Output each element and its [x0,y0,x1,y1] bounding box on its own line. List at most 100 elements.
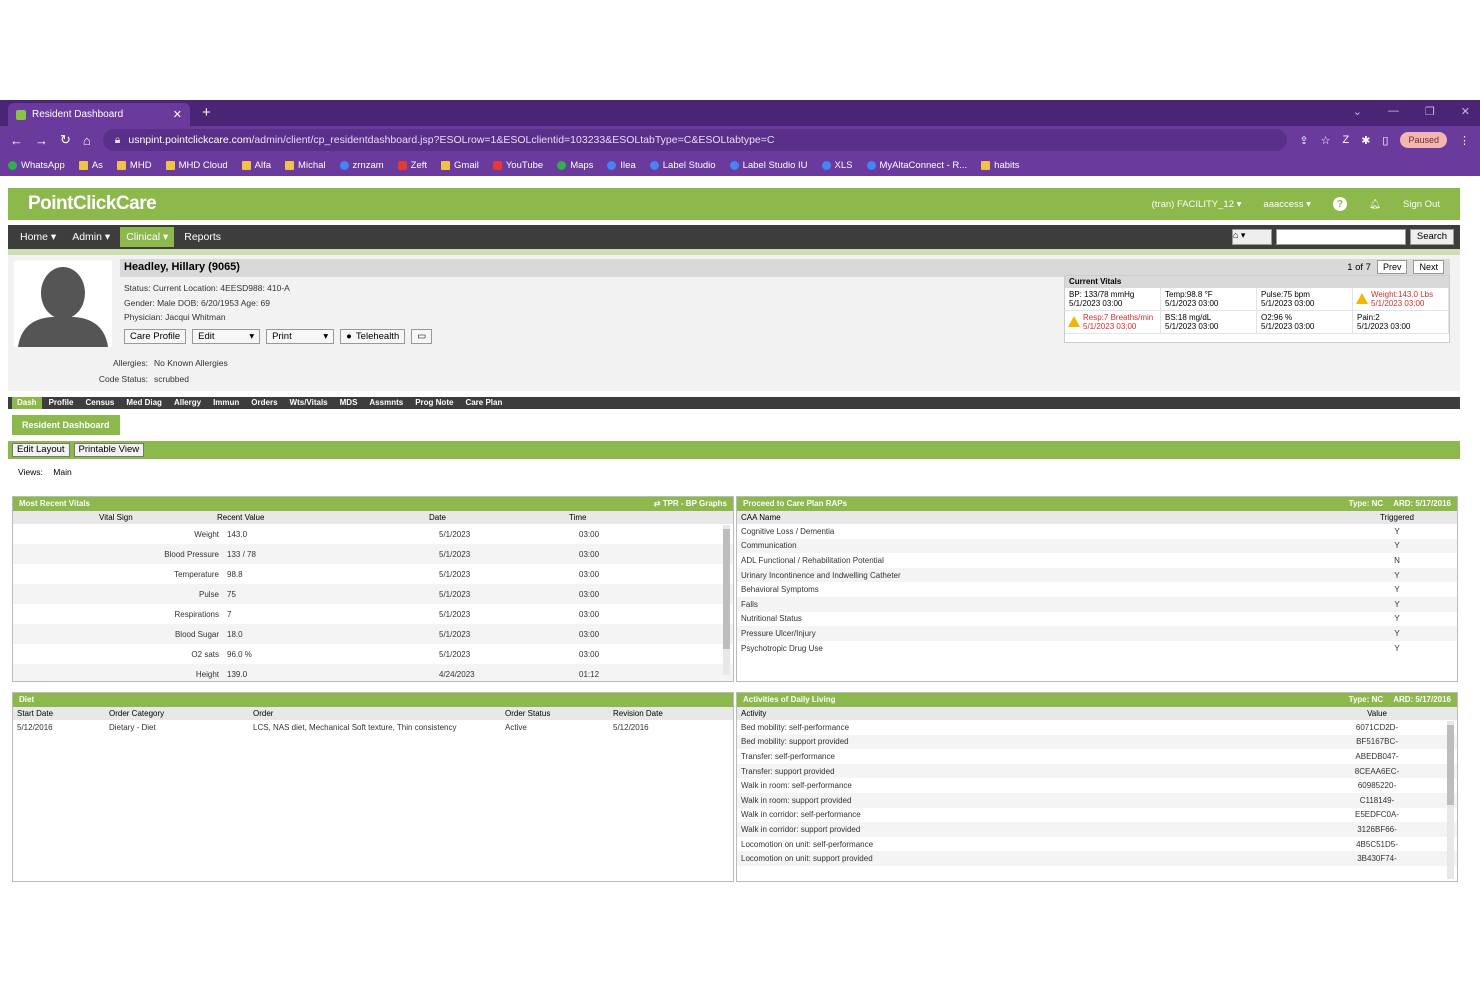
bookmark-item[interactable]: Zeft [397,160,427,171]
bookmark-item[interactable]: Label Studio IU [729,160,808,171]
caa-name[interactable]: Communication [737,541,1357,550]
tab-dash[interactable]: Dash [12,397,42,409]
print-dropdown[interactable]: Print ▾ [266,329,335,344]
facility-selector[interactable]: (tran) FACILITY_12 ▾ [1152,199,1242,210]
bookmark-item[interactable]: MyAltaConnect - R... [866,160,967,171]
activity-value: 4B5C51D5- [1356,839,1398,849]
views-value[interactable]: Main [53,467,71,477]
menu-dots-icon[interactable]: ⋮ [1459,134,1470,147]
caa-name[interactable]: Behavioral Symptoms [737,585,1357,594]
vital-date: 5/1/2023 [439,569,471,579]
menu-admin[interactable]: Admin ▾ [66,227,116,247]
adl-panel: Activities of Daily Living Type: NC ARD: 5… [736,692,1458,882]
table-row: Walk in room: self-performance 60985220- [737,778,1457,793]
order-text[interactable]: LCS, NAS diet, Mechanical Soft texture, … [249,723,501,732]
minimize-icon[interactable]: — [1388,105,1399,118]
bookmark-item[interactable]: XLS [821,160,853,171]
prev-button[interactable]: Prev [1376,260,1408,274]
printable-view-button[interactable]: Printable View [73,443,145,457]
profile-paused-button[interactable]: Paused [1400,132,1447,148]
bookmark-item[interactable]: Maps [557,160,593,171]
bookmark-item[interactable]: Ilea [607,160,636,171]
maximize-icon[interactable]: ❐ [1425,105,1435,118]
caa-name[interactable]: ADL Functional / Rehabilitation Potentia… [737,556,1357,565]
more-icon[interactable]: ▭ [411,329,433,344]
close-tab-icon[interactable]: ✕ [173,108,182,121]
menu-clinical[interactable]: Clinical ▾ [120,227,175,247]
bookmark-item[interactable]: MHD Cloud [165,160,228,171]
bookmark-label: habits [994,159,1020,171]
tab-allergy[interactable]: Allergy [169,397,206,409]
caa-name[interactable]: Urinary Incontinence and Indwelling Cath… [737,571,1357,580]
caa-name[interactable]: Psychotropic Drug Use [737,644,1357,653]
help-icon[interactable]: ? [1332,197,1347,211]
next-button[interactable]: Next [1413,260,1444,274]
tab-care-plan[interactable]: Care Plan [460,397,507,409]
vital-sign: Blood Pressure [164,549,219,559]
caa-name[interactable]: Falls [737,600,1357,609]
tab-prog-note[interactable]: Prog Note [410,397,458,409]
menu-reports[interactable]: Reports [178,227,227,247]
extension-z-icon[interactable]: Z [1342,134,1349,146]
browser-tab-resident-dashboard[interactable]: Resident Dashboard ✕ [8,103,190,126]
tab-wts-vitals[interactable]: Wts/Vitals [285,397,333,409]
bookmark-item[interactable]: Label Studio [649,160,716,171]
tab-profile[interactable]: Profile [44,397,79,409]
puzzle-icon[interactable]: ✱ [1361,134,1370,147]
search-scope-select[interactable]: ⌂ ▾ [1231,229,1272,245]
telehealth-button[interactable]: ● Telehealth [340,329,406,344]
back-icon[interactable]: ← [10,133,23,148]
share-icon[interactable]: ⇪ [1299,134,1308,147]
close-window-icon[interactable]: ✕ [1461,105,1470,118]
sign-out-link[interactable]: Sign Out [1403,199,1440,210]
tab-assmnts[interactable]: Assmnts [364,397,408,409]
vital-cell: BP: 133/78 mmHg 5/1/2023 03:00 [1065,288,1161,311]
tab-immun[interactable]: Immun [208,397,244,409]
recent-value: 139.0 [227,669,248,679]
bookmark-item[interactable]: habits [981,159,1020,171]
tab-mds[interactable]: MDS [335,397,363,409]
bookmark-icon [981,160,991,170]
panel-title[interactable]: Proceed to Care Plan RAPs [743,499,847,509]
home-icon[interactable]: ⌂ [83,133,91,148]
user-menu[interactable]: aaaccess ▾ [1263,199,1311,210]
bookmark-item[interactable]: zrnzam [339,160,384,171]
new-tab-button[interactable]: + [202,104,211,121]
bookmark-item[interactable]: MHD [116,160,152,171]
caa-name[interactable]: Cognitive Loss / Dementia [737,527,1357,536]
edit-dropdown[interactable]: Edit ▾ [192,329,261,344]
edit-layout-button[interactable]: Edit Layout [12,443,70,457]
sidepanel-icon[interactable]: ▯ [1382,134,1388,147]
care-profile-button[interactable]: Care Profile [124,329,187,344]
search-input[interactable] [1275,229,1406,245]
menu-home[interactable]: Home ▾ [14,227,62,247]
chevron-down-icon[interactable]: ⌄ [1353,105,1362,118]
bell-icon[interactable]: 🔔︎ [1369,199,1381,210]
bookmark-item[interactable]: As [78,160,103,171]
tab-orders[interactable]: Orders [246,397,282,409]
table-row: Transfer: self-performance ABEDB047- [737,749,1457,764]
caa-name[interactable]: Nutritional Status [737,614,1357,623]
resident-dashboard-tab[interactable]: Resident Dashboard [12,415,120,435]
table-row: Weight 143.0 5/1/2023 03:00 [13,524,733,544]
reload-icon[interactable]: ↻ [60,132,71,148]
caa-name[interactable]: Pressure Ulcer/Injury [737,629,1357,638]
star-icon[interactable]: ☆ [1321,134,1331,147]
current-vitals-box: Current Vitals BP: 133/78 mmHg 5/1/2023 0… [1064,275,1450,343]
forward-icon[interactable]: → [35,133,48,148]
bookmark-item[interactable]: Alfa [241,160,271,171]
scrollbar[interactable] [723,525,730,675]
graph-link[interactable]: ⇄ TPR - BP Graphs [654,499,727,509]
tab-census[interactable]: Census [80,397,119,409]
bookmark-item[interactable]: Gmail [441,160,479,171]
bookmark-item[interactable]: WhatsApp [8,160,65,171]
tab-med-diag[interactable]: Med Diag [121,397,167,409]
search-button[interactable]: Search [1409,229,1454,245]
bookmarks-bar: WhatsApp As MHD MHD Cloud Alfa Michal zrnzam Ze… [0,154,1480,176]
url-field[interactable]: 🔒︎ usnpint.pointclickcare.com/admin/clie… [102,129,1288,151]
code-status-value: scrubbed [154,374,189,384]
scrollbar[interactable] [1447,721,1454,879]
vital-cell: BS:18 mg/dL 5/1/2023 03:00 [1161,311,1257,334]
bookmark-item[interactable]: Michal [285,160,326,171]
bookmark-item[interactable]: YouTube [492,160,543,171]
